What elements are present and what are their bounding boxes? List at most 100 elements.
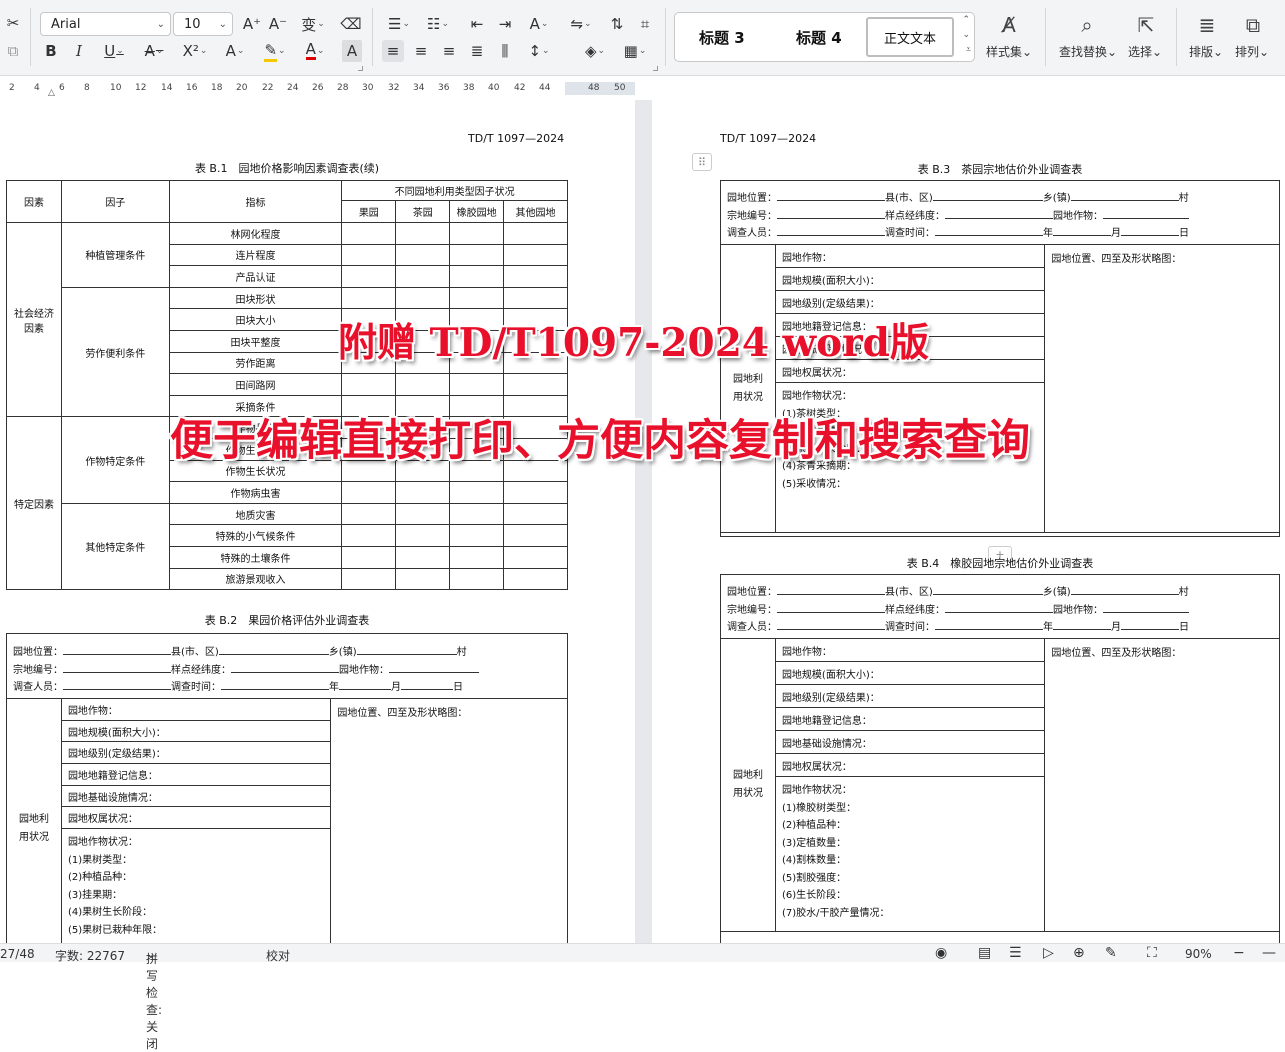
value-cell[interactable] <box>449 567 505 591</box>
value-cell[interactable] <box>449 502 505 526</box>
value-cell[interactable] <box>341 222 397 245</box>
strikethrough-icon[interactable]: A ⌄ <box>140 40 168 62</box>
align-right-icon[interactable]: ≡ <box>438 40 460 62</box>
border-icon[interactable]: ▦ ⌄ <box>620 40 650 62</box>
font-name-select[interactable]: Arial ⌄ <box>40 12 171 36</box>
gallery-up-icon[interactable]: ⌃ <box>962 15 970 25</box>
value-cell[interactable] <box>395 502 451 526</box>
play-icon[interactable]: ▷ <box>1043 945 1054 961</box>
form-field-label[interactable]: 园地作物： <box>60 698 332 721</box>
crop-status-cell[interactable]: 园地作物状况： (1)果树类型： (2)种植品种： (3)挂果期： (4)果树生长阶段：… <box>60 828 332 960</box>
select-cursor-icon[interactable]: ⇱ <box>1133 12 1159 38</box>
gallery-down-icon[interactable]: ⌄ <box>962 30 970 40</box>
sketch-cell[interactable]: 园地位置、四至及形状略图： <box>1044 244 1280 533</box>
align-center-icon[interactable]: ≡ <box>410 40 432 62</box>
form-field-label[interactable]: 园地规模(面积大小)： <box>774 267 1046 291</box>
value-cell[interactable] <box>449 265 505 288</box>
form-field-label[interactable]: 园地作物： <box>774 244 1046 268</box>
font-size-select[interactable]: 10 ⌄ <box>173 12 233 36</box>
arrange-icon[interactable]: ⧉ <box>1240 12 1266 38</box>
value-cell[interactable] <box>449 524 505 547</box>
show-marks-icon[interactable]: ⌗ <box>634 13 656 35</box>
form-field-label[interactable]: 园地级别(定级结果)： <box>60 741 332 765</box>
text-effect-icon[interactable]: A ⌄ <box>220 40 250 62</box>
value-cell[interactable] <box>503 524 568 547</box>
style-normal-text[interactable]: 正文文本 <box>866 17 954 57</box>
zoom-out-icon[interactable]: − <box>1233 945 1245 961</box>
form-field-label[interactable]: 园地级别(定级结果)： <box>774 290 1046 314</box>
value-cell[interactable] <box>395 265 451 288</box>
value-cell[interactable] <box>395 567 451 591</box>
distribute-icon[interactable]: ⫼ <box>494 40 516 62</box>
justify-icon[interactable]: ≣ <box>466 40 488 62</box>
value-cell[interactable] <box>449 545 505 569</box>
proofread-button[interactable]: 校对 <box>266 947 290 964</box>
phonetic-guide-icon[interactable]: 变 ⌄ <box>298 13 328 35</box>
form-field-label[interactable]: 园地权属状况： <box>60 806 332 830</box>
style-set-button[interactable]: 样式集⌄ <box>986 43 1032 60</box>
value-cell[interactable] <box>503 243 568 267</box>
decrease-indent-icon[interactable]: ⇤ <box>466 13 488 35</box>
shading-icon[interactable]: ◈ ⌄ <box>580 40 610 62</box>
paragraph-dialog-launcher-icon[interactable] <box>653 66 658 71</box>
value-cell[interactable] <box>503 265 568 288</box>
arrange-button[interactable]: 排列⌄ <box>1235 43 1269 60</box>
word-count[interactable]: 字数: 22767 <box>55 947 125 964</box>
spell-check-toggle[interactable]: 拼写检查: 关闭 ⌄ <box>146 947 162 1051</box>
style-heading-4[interactable]: 标题 4 <box>796 27 842 48</box>
value-cell[interactable] <box>341 545 397 569</box>
fit-window-icon[interactable]: ⛶ <box>1147 945 1157 961</box>
form-field-label[interactable]: 园地地籍登记信息： <box>774 707 1046 731</box>
chinese-layout-icon[interactable]: A ⌄ <box>524 13 554 35</box>
style-set-icon[interactable]: A̸ <box>996 12 1022 38</box>
underline-icon[interactable]: U ⌄ <box>100 40 128 62</box>
font-color-icon[interactable]: A ⌄ <box>300 40 330 62</box>
style-heading-3[interactable]: 标题 3 <box>699 27 745 48</box>
value-cell[interactable] <box>449 243 505 267</box>
form-field-label[interactable]: 园地规模(面积大小)： <box>774 661 1046 685</box>
value-cell[interactable] <box>449 481 505 504</box>
sort-icon[interactable]: ⇅ <box>606 13 628 35</box>
value-cell[interactable] <box>341 243 397 267</box>
shrink-font-icon[interactable]: A⁻ <box>268 13 288 35</box>
value-cell[interactable] <box>341 481 397 504</box>
highlight-icon[interactable]: ✎ ⌄ <box>260 40 290 62</box>
horizontal-ruler[interactable]: 2 4 6 8 10 12 14 16 18 20 22 24 26 28 30 32 34 36 38 40 42 44… <box>0 80 1285 98</box>
line-spacing-icon[interactable]: ↕ ⌄ <box>524 40 554 62</box>
value-cell[interactable] <box>395 545 451 569</box>
value-cell[interactable] <box>503 502 568 526</box>
value-cell[interactable] <box>395 243 451 267</box>
font-dialog-launcher-icon[interactable] <box>358 66 363 71</box>
page-counter[interactable]: 27/48 <box>0 947 35 961</box>
value-cell[interactable] <box>341 502 397 526</box>
value-cell[interactable] <box>449 373 505 396</box>
eye-icon[interactable]: ◉ <box>935 945 947 961</box>
value-cell[interactable] <box>341 567 397 591</box>
web-view-icon[interactable]: ⊕ <box>1073 945 1085 961</box>
value-cell[interactable] <box>503 222 568 245</box>
cut-icon[interactable]: ✂ <box>3 12 23 34</box>
form-field-label[interactable]: 园地作物： <box>774 638 1046 662</box>
clear-format-icon[interactable]: ⌫ <box>340 13 362 35</box>
text-direction-icon[interactable]: ⇋ ⌄ <box>566 13 596 35</box>
bold-icon[interactable]: B <box>42 40 60 62</box>
find-replace-button[interactable]: 查找替换⌄ <box>1059 43 1117 60</box>
page-view-icon[interactable]: ▤ <box>978 945 991 961</box>
sketch-cell[interactable]: 园地位置、四至及形状略图： <box>1044 638 1280 932</box>
value-cell[interactable] <box>503 567 568 591</box>
form-field-label[interactable]: 园地基础设施情况： <box>60 784 332 808</box>
value-cell[interactable] <box>341 265 397 288</box>
zoom-value[interactable]: 90% <box>1185 947 1212 961</box>
align-left-icon[interactable]: ≡ <box>382 40 404 62</box>
value-cell[interactable] <box>449 286 505 310</box>
value-cell[interactable] <box>503 373 568 396</box>
crop-status-cell[interactable]: 园地作物状况： (1)橡胶树类型： (2)种植品种： (3)定植数量： (4)割株数量：… <box>774 776 1046 932</box>
value-cell[interactable] <box>395 481 451 504</box>
form-field-label[interactable]: 园地规模(面积大小)： <box>60 719 332 743</box>
value-cell[interactable] <box>341 286 397 310</box>
grow-font-icon[interactable]: A⁺ <box>242 13 262 35</box>
char-shading-icon[interactable]: A <box>342 40 362 62</box>
zoom-slider[interactable]: — <box>1262 945 1276 961</box>
copy-icon[interactable]: ⧉ <box>3 40 23 62</box>
increase-indent-icon[interactable]: ⇥ <box>494 13 516 35</box>
